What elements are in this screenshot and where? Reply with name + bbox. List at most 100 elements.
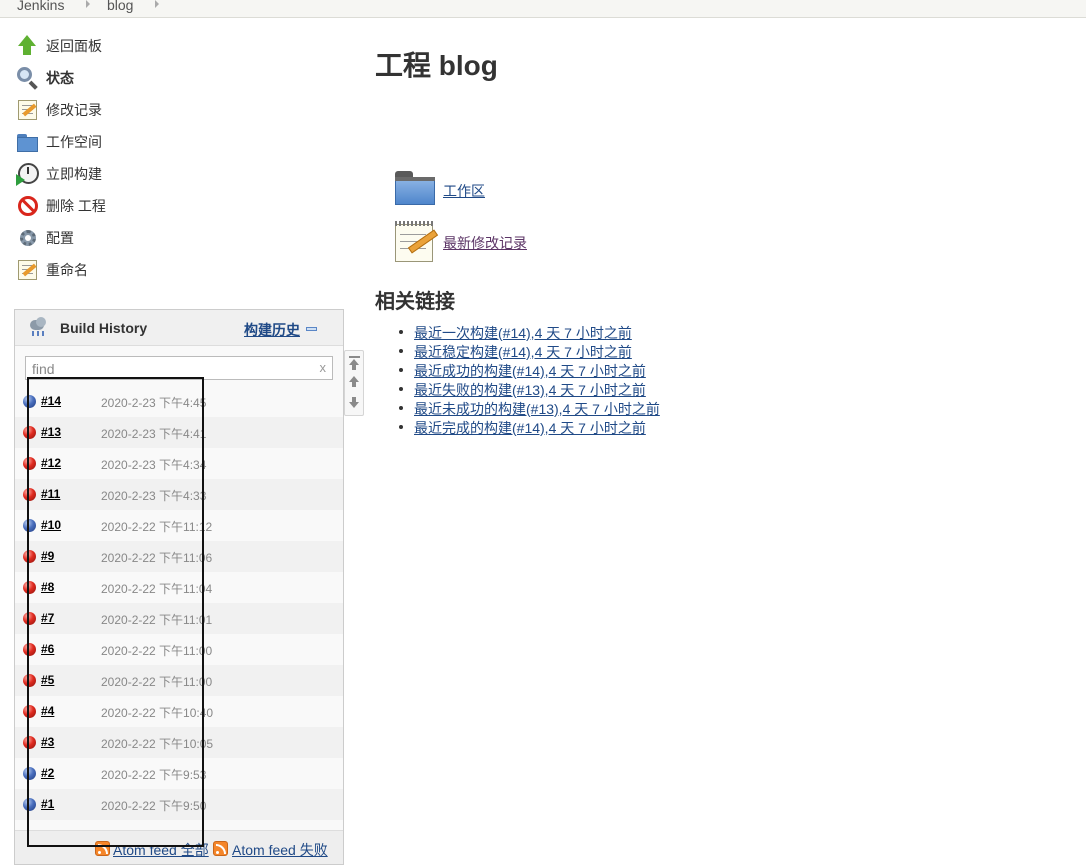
last-stable-build-link[interactable]: 最近稳定构建(#14),4 天 7 小时之前 xyxy=(414,342,632,362)
build-row: #13 2020-2-23 下午4:41 xyxy=(15,417,343,448)
build-number-link[interactable]: #8 xyxy=(41,580,54,594)
failure-ball-icon xyxy=(23,488,36,501)
build-number-link[interactable]: #10 xyxy=(41,518,61,532)
success-ball-icon xyxy=(23,798,36,811)
build-row: #14 2020-2-23 下午4:45 xyxy=(15,386,343,417)
build-time: 2020-2-22 下午11:00 xyxy=(101,644,213,658)
build-number-link[interactable]: #11 xyxy=(41,487,60,501)
bullet-icon xyxy=(399,330,403,334)
task-label: 删除 工程 xyxy=(46,198,106,214)
build-find-box: x xyxy=(25,356,333,380)
build-number-link[interactable]: #9 xyxy=(41,549,54,563)
atom-feed-all-link[interactable]: Atom feed 全部 xyxy=(113,840,209,860)
task-label: 状态 xyxy=(46,70,74,86)
build-time: 2020-2-22 下午11:04 xyxy=(101,582,213,596)
failure-ball-icon xyxy=(23,457,36,470)
build-history-header: Build History 构建历史 xyxy=(15,310,343,346)
build-row: #12 2020-2-23 下午4:34 xyxy=(15,448,343,479)
build-history-footer: Atom feed 全部 Atom feed 失败 xyxy=(15,830,343,864)
last-build-link[interactable]: 最近一次构建(#14),4 天 7 小时之前 xyxy=(414,323,632,343)
task-label: 立即构建 xyxy=(46,166,102,182)
build-time: 2020-2-22 下午11:06 xyxy=(101,551,213,565)
build-trend-link[interactable]: 构建历史 xyxy=(244,320,300,340)
task-configure[interactable]: 配置 xyxy=(16,225,316,251)
build-time: 2020-2-23 下午4:45 xyxy=(101,396,207,410)
failure-ball-icon xyxy=(23,612,36,625)
breadcrumb-blog[interactable]: blog xyxy=(107,0,133,13)
build-row: #3 2020-2-22 下午10:05 xyxy=(15,727,343,758)
collapse-minus-icon[interactable] xyxy=(306,327,317,331)
build-row: #6 2020-2-22 下午11:00 xyxy=(15,634,343,665)
breadcrumb-jenkins[interactable]: Jenkins xyxy=(17,0,64,13)
build-row: #1 2020-2-22 下午9:50 xyxy=(15,789,343,820)
build-row: #9 2020-2-22 下午11:06 xyxy=(15,541,343,572)
failure-ball-icon xyxy=(23,581,36,594)
clock-icon xyxy=(16,162,40,186)
build-find-input[interactable] xyxy=(32,360,312,377)
bullet-icon xyxy=(399,387,403,391)
gear-icon xyxy=(16,226,40,250)
breadcrumb-separator-icon xyxy=(155,0,159,8)
workspace-link[interactable]: 工作区 xyxy=(443,181,485,201)
task-status[interactable]: 状态 xyxy=(16,65,316,91)
task-label: 返回面板 xyxy=(46,38,102,54)
clear-find-icon[interactable]: x xyxy=(320,360,327,375)
build-number-link[interactable]: #3 xyxy=(41,735,54,749)
build-time: 2020-2-23 下午4:33 xyxy=(101,489,207,503)
task-rename[interactable]: 重命名 xyxy=(16,257,316,283)
build-row: #8 2020-2-22 下午11:04 xyxy=(15,572,343,603)
build-time: 2020-2-22 下午11:01 xyxy=(101,613,213,627)
last-completed-build-link[interactable]: 最近完成的构建(#14),4 天 7 小时之前 xyxy=(414,418,646,438)
build-number-link[interactable]: #14 xyxy=(41,394,61,408)
build-number-link[interactable]: #12 xyxy=(41,456,61,470)
task-back-to-dashboard[interactable]: 返回面板 xyxy=(16,33,316,59)
notepad-icon xyxy=(16,98,40,122)
task-workspace[interactable]: 工作空间 xyxy=(16,129,316,155)
recent-changes-link[interactable]: 最新修改记录 xyxy=(443,233,527,253)
no-entry-icon xyxy=(16,194,40,218)
notepad-icon xyxy=(16,258,40,282)
atom-feed-failures-link[interactable]: Atom feed 失败 xyxy=(232,840,328,860)
task-changes[interactable]: 修改记录 xyxy=(16,97,316,123)
rss-feed-icon xyxy=(95,841,110,856)
build-number-link[interactable]: #5 xyxy=(41,673,54,687)
build-time: 2020-2-23 下午4:34 xyxy=(101,458,207,472)
build-row: #11 2020-2-23 下午4:33 xyxy=(15,479,343,510)
magnifier-icon xyxy=(16,66,40,90)
build-number-link[interactable]: #2 xyxy=(41,766,54,780)
build-time: 2020-2-22 下午10:40 xyxy=(101,706,214,720)
bullet-icon xyxy=(399,425,403,429)
task-label: 工作空间 xyxy=(46,134,102,150)
last-failed-build-link[interactable]: 最近失败的构建(#13),4 天 7 小时之前 xyxy=(414,380,646,400)
rss-feed-icon xyxy=(213,841,228,856)
history-scroll-control xyxy=(344,350,364,416)
folder-icon xyxy=(16,130,40,154)
build-row: #7 2020-2-22 下午11:01 xyxy=(15,603,343,634)
build-number-link[interactable]: #4 xyxy=(41,704,54,718)
build-number-link[interactable]: #13 xyxy=(41,425,61,439)
task-build-now[interactable]: 立即构建 xyxy=(16,161,316,187)
success-ball-icon xyxy=(23,395,36,408)
task-label: 重命名 xyxy=(46,262,88,278)
build-time: 2020-2-22 下午9:53 xyxy=(101,768,207,782)
last-unsuccessful-build-link[interactable]: 最近未成功的构建(#13),4 天 7 小时之前 xyxy=(414,399,660,419)
scroll-to-top-icon[interactable] xyxy=(349,356,360,370)
breadcrumb-separator-icon xyxy=(86,0,90,8)
related-links-title: 相关链接 xyxy=(375,291,455,313)
last-successful-build-link[interactable]: 最近成功的构建(#14),4 天 7 小时之前 xyxy=(414,361,646,381)
build-row: #10 2020-2-22 下午11:12 xyxy=(15,510,343,541)
scroll-down-icon[interactable] xyxy=(349,396,360,410)
build-row: #4 2020-2-22 下午10:40 xyxy=(15,696,343,727)
failure-ball-icon xyxy=(23,736,36,749)
build-number-link[interactable]: #7 xyxy=(41,611,54,625)
breadcrumb: Jenkins blog xyxy=(0,0,1086,18)
build-time: 2020-2-22 下午11:00 xyxy=(101,675,213,689)
build-number-link[interactable]: #1 xyxy=(41,797,54,811)
build-history-panel: Build History 构建历史 x #14 2020-2-23 下午4:4… xyxy=(14,309,344,865)
build-number-link[interactable]: #6 xyxy=(41,642,54,656)
build-time: 2020-2-22 下午10:05 xyxy=(101,737,214,751)
up-arrow-icon xyxy=(16,34,40,58)
build-row: #5 2020-2-22 下午11:00 xyxy=(15,665,343,696)
scroll-up-icon[interactable] xyxy=(349,376,360,390)
task-delete-project[interactable]: 删除 工程 xyxy=(16,193,316,219)
